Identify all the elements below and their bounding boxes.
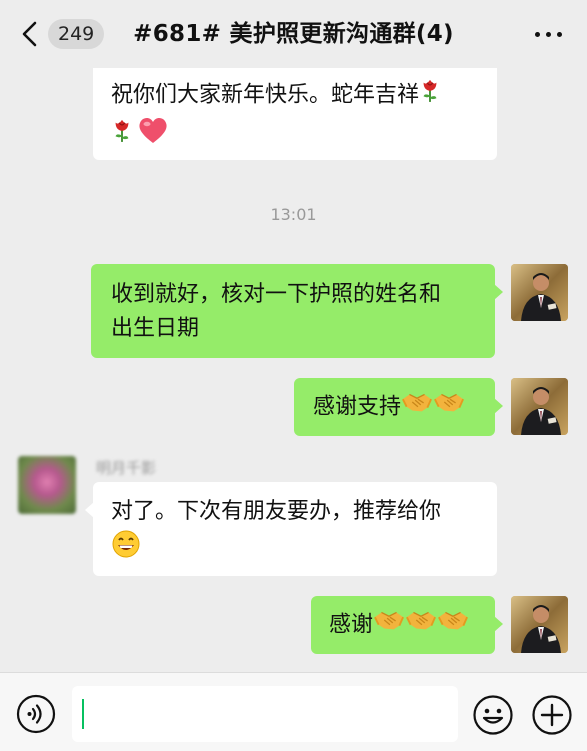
chat-header: 249 #681# 美护照更新沟通群(4) [0, 0, 587, 68]
handshake-emoji [405, 608, 437, 643]
more-icon[interactable] [533, 24, 565, 44]
message-text: 祝你们大家新年快乐。蛇年吉祥 [111, 82, 420, 108]
heart-emoji [137, 115, 169, 156]
handshake-emoji [401, 390, 433, 425]
message-bubble-outgoing[interactable]: 感谢支持 [294, 378, 503, 436]
text-cursor [82, 699, 84, 729]
handshake-emoji [437, 608, 469, 643]
rose-emoji [419, 76, 441, 115]
message-bubble-outgoing[interactable]: 感谢 [311, 596, 503, 654]
message-line: 出生日期 [111, 316, 200, 341]
sender-name: 明月千影 [96, 459, 157, 477]
message-text: 感谢支持 [313, 394, 402, 420]
avatar[interactable] [511, 264, 568, 321]
message-line: 收到就好，核对一下护照的姓名和 [111, 282, 442, 307]
message-bubble-outgoing[interactable]: 收到就好，核对一下护照的姓名和 出生日期 [91, 264, 503, 358]
grin-emoji [111, 529, 141, 570]
chat-title: #681# 美护照更新沟通群(4) [133, 21, 454, 47]
plus-icon[interactable] [531, 694, 573, 736]
message-line: 对了。下次有朋友要办，推荐给你 [111, 499, 442, 524]
message-input[interactable] [72, 686, 458, 742]
handshake-emoji [433, 390, 465, 425]
chat-area[interactable]: 祝你们大家新年快乐。蛇年吉祥 13:01 收到就好，核对一下护照的姓名和 出生日… [0, 0, 587, 672]
timestamp: 13:01 [270, 205, 317, 224]
message-bubble-incoming[interactable]: 对了。下次有朋友要办，推荐给你 [85, 482, 497, 576]
emoji-icon[interactable] [472, 694, 514, 736]
avatar[interactable] [18, 456, 76, 514]
message-text: 感谢 [329, 612, 374, 638]
avatar[interactable] [511, 596, 568, 653]
voice-icon[interactable] [16, 694, 56, 734]
avatar[interactable] [511, 378, 568, 435]
rose-emoji [111, 116, 133, 155]
handshake-emoji [373, 608, 405, 643]
